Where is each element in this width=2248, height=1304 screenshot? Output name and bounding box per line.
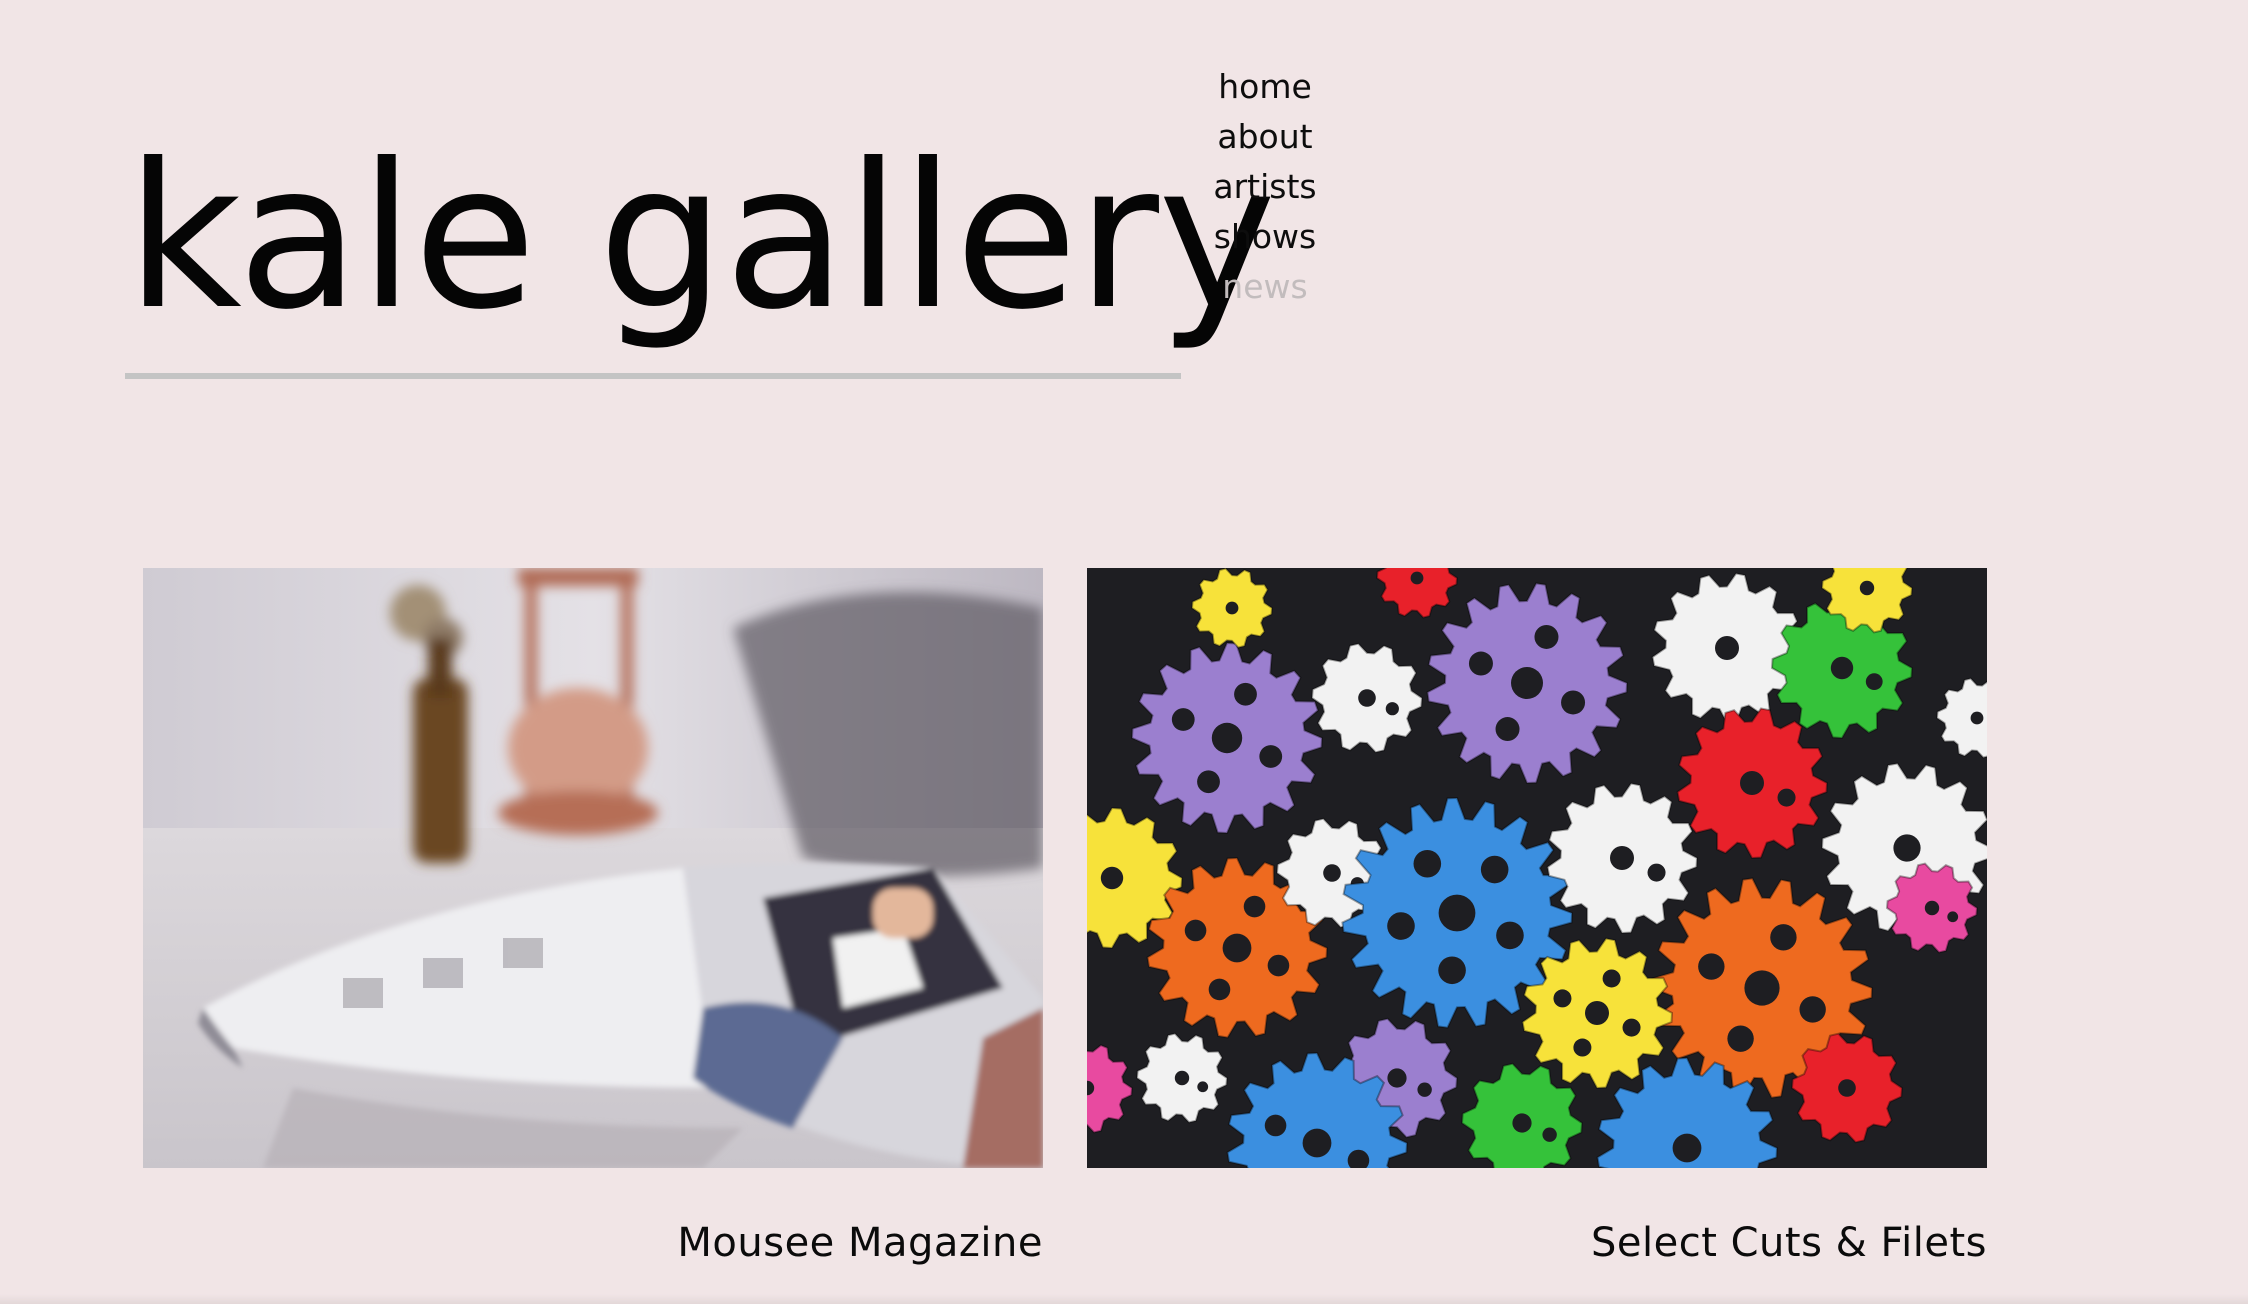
gear-hole — [1947, 911, 1959, 923]
site-header: kale gallery home about artists shows ne… — [0, 0, 2248, 400]
gear-hole — [1197, 1081, 1209, 1093]
gear-hole — [1480, 855, 1509, 884]
nav-item-about[interactable]: about — [1185, 112, 1345, 162]
gear-hole — [1184, 919, 1207, 942]
gear-hole — [1234, 682, 1257, 706]
nav-item-news[interactable]: news — [1185, 262, 1345, 312]
gear-hole — [1698, 953, 1725, 980]
site-title[interactable]: kale gallery — [126, 118, 1276, 358]
gear-hole — [1171, 708, 1195, 731]
main-nav: home about artists shows news — [1185, 62, 1345, 312]
magazine-photo — [143, 568, 1043, 1168]
gear-hub — [1610, 846, 1634, 870]
gear-hub — [1410, 571, 1424, 585]
page-bottom-shadow — [0, 1294, 2248, 1304]
gear-hole — [1438, 956, 1466, 985]
gear-hole — [1197, 770, 1220, 794]
gear-hole — [1647, 863, 1666, 882]
gear-hub — [1225, 601, 1239, 615]
gear-hole — [1413, 849, 1442, 878]
gear-hub — [1358, 689, 1376, 707]
gear-hole — [1602, 969, 1621, 988]
gear-hub — [1585, 1001, 1609, 1025]
gear-hub — [1893, 834, 1921, 862]
gear-hub — [1672, 1133, 1702, 1163]
gear-hole — [1387, 912, 1415, 940]
nav-item-shows[interactable]: shows — [1185, 212, 1345, 262]
gear-hub — [1511, 667, 1543, 699]
gear-hub — [1744, 970, 1780, 1006]
gear-hub — [1970, 711, 1984, 725]
post-title-magazine[interactable]: Mousee Magazine — [143, 1218, 1043, 1268]
title-divider — [125, 373, 1181, 379]
gear-hole — [1267, 954, 1290, 977]
gear-hole — [1561, 690, 1586, 715]
gear-hub — [1100, 866, 1124, 890]
gear-hole — [1542, 1127, 1557, 1142]
gear-hole — [1622, 1018, 1641, 1037]
gear-hub — [1512, 1113, 1532, 1133]
post-title-gears[interactable]: Select Cuts & Filets — [1087, 1218, 1987, 1268]
gear-hole — [1264, 1114, 1287, 1137]
gear-hole — [1417, 1082, 1432, 1097]
gear-hole — [1496, 921, 1524, 950]
gear-hub — [1859, 580, 1875, 596]
gears-photo — [1087, 568, 1987, 1168]
gear-hole — [1553, 989, 1572, 1008]
gear-hole — [1727, 1025, 1754, 1052]
gear-hub — [1438, 894, 1476, 932]
nav-item-artists[interactable]: artists — [1185, 162, 1345, 212]
gear-hub — [1211, 722, 1243, 754]
gear-hole — [1573, 1038, 1592, 1057]
post-card-magazine: Mousee Magazine — [143, 568, 1043, 1268]
gear-hole — [1799, 996, 1826, 1023]
gear-hub — [1838, 1079, 1856, 1097]
gear-hub — [1740, 771, 1764, 795]
post-image-magazine[interactable] — [143, 568, 1043, 1168]
gear-hole — [1495, 717, 1520, 742]
gear-hub — [1715, 636, 1739, 660]
post-card-gears: Select Cuts & Filets — [1087, 568, 1987, 1268]
post-image-gears[interactable] — [1087, 568, 1987, 1168]
gear-hole — [1468, 651, 1493, 676]
gear-hole — [1243, 895, 1266, 918]
gear-hole — [1770, 924, 1797, 951]
gear-hub — [1323, 864, 1341, 882]
gear-hole — [1259, 745, 1283, 768]
gear-hub — [1174, 1070, 1190, 1086]
gear-hub — [1924, 900, 1940, 916]
gear-hub — [1830, 656, 1854, 680]
gear-hole — [1534, 624, 1559, 649]
gear-hub — [1387, 1068, 1407, 1088]
gear-hole — [1865, 673, 1883, 691]
nav-item-home[interactable]: home — [1185, 62, 1345, 112]
gear-hub — [1302, 1128, 1332, 1158]
gear-hole — [1385, 702, 1399, 716]
gear-hub — [1222, 933, 1252, 963]
gear-hole — [1208, 978, 1231, 1001]
gear-hole — [1777, 788, 1796, 807]
